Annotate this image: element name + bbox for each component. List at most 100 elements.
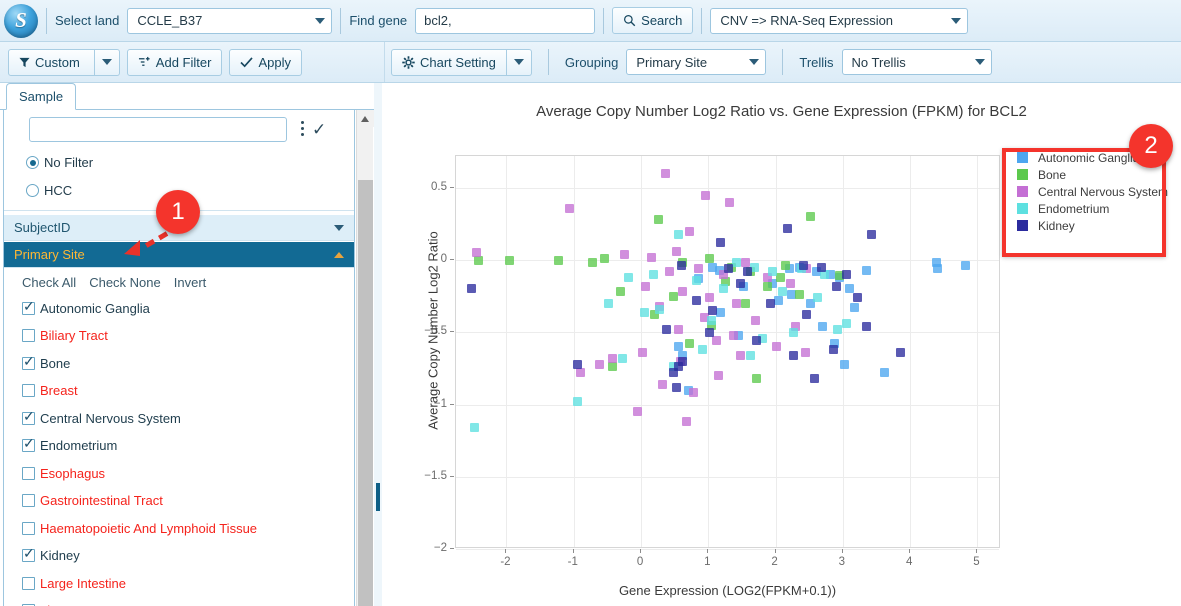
scatter-point[interactable] [689, 388, 698, 397]
scrollbar-thumb[interactable] [358, 180, 373, 606]
filter-item-haematopoietic-and-lymphoid-tissue[interactable]: Haematopoietic And Lymphoid Tissue [22, 521, 257, 536]
scatter-point[interactable] [806, 212, 815, 221]
scatter-point[interactable] [608, 354, 617, 363]
invert-link[interactable]: Invert [174, 275, 207, 290]
scatter-point[interactable] [677, 261, 686, 270]
scatter-point[interactable] [662, 325, 671, 334]
scatter-point[interactable] [716, 308, 725, 317]
scroll-up-arrow-icon[interactable] [357, 110, 374, 127]
sidebar-search-input[interactable] [29, 117, 287, 142]
panel-splitter[interactable] [374, 83, 382, 606]
filter-item-kidney[interactable]: Kidney [22, 548, 80, 563]
scatter-point[interactable] [682, 417, 691, 426]
scatter-point[interactable] [674, 342, 683, 351]
scatter-point[interactable] [672, 247, 681, 256]
scatter-point[interactable] [707, 316, 716, 325]
scatter-point[interactable] [705, 328, 714, 337]
scatter-point[interactable] [840, 360, 849, 369]
scatter-point[interactable] [470, 423, 479, 432]
scatter-point[interactable] [842, 319, 851, 328]
scatter-point[interactable] [658, 380, 667, 389]
scatter-point[interactable] [669, 368, 678, 377]
scatter-point[interactable] [774, 296, 783, 305]
scatter-point[interactable] [678, 357, 687, 366]
scatter-point[interactable] [576, 368, 585, 377]
filter-item-gastrointestinal-tract[interactable]: Gastrointestinal Tract [22, 493, 163, 508]
scatter-point[interactable] [472, 248, 481, 257]
scatter-point[interactable] [752, 374, 761, 383]
filter-item-breast[interactable]: Breast [22, 383, 78, 398]
filter-item-esophagus[interactable]: Esophagus [22, 466, 105, 481]
scatter-point[interactable] [692, 296, 701, 305]
grouping-select[interactable]: Primary Site [626, 49, 766, 75]
scatter-point[interactable] [896, 348, 905, 357]
check-all-link[interactable]: Check All [22, 275, 76, 290]
scatter-point[interactable] [786, 279, 795, 288]
scatter-point[interactable] [595, 360, 604, 369]
chart-setting-dropdown[interactable] [507, 49, 532, 76]
search-button[interactable]: Search [612, 7, 693, 34]
scatter-point[interactable] [933, 264, 942, 273]
scatter-point[interactable] [714, 371, 723, 380]
scatter-point[interactable] [766, 299, 775, 308]
scatter-point[interactable] [467, 284, 476, 293]
scatter-point[interactable] [867, 230, 876, 239]
scatter-point[interactable] [862, 322, 871, 331]
scatter-point[interactable] [565, 204, 574, 213]
scatter-point[interactable] [746, 351, 755, 360]
gene-search-input[interactable]: bcl2, [415, 8, 595, 34]
scatter-point[interactable] [694, 264, 703, 273]
scatter-point[interactable] [701, 191, 710, 200]
scatter-point[interactable] [654, 215, 663, 224]
scatter-point[interactable] [736, 279, 745, 288]
scatter-point[interactable] [961, 261, 970, 270]
scatter-point[interactable] [732, 258, 741, 267]
scatter-point[interactable] [789, 351, 798, 360]
add-filter-button[interactable]: Add Filter [127, 49, 223, 76]
scatter-point[interactable] [802, 310, 811, 319]
scatter-point[interactable] [698, 345, 707, 354]
scatter-point[interactable] [743, 267, 752, 276]
filter-item-bone[interactable]: Bone [22, 356, 70, 371]
scatter-point[interactable] [829, 345, 838, 354]
scatter-point[interactable] [778, 287, 787, 296]
custom-filter-dropdown[interactable] [95, 49, 120, 76]
scatter-point[interactable] [665, 267, 674, 276]
scatter-point[interactable] [725, 198, 734, 207]
scatter-point[interactable] [801, 348, 810, 357]
splitter-grip[interactable] [376, 483, 380, 511]
scatter-point[interactable] [692, 276, 701, 285]
land-select[interactable]: CCLE_B37 [127, 8, 332, 34]
filter-item-endometrium[interactable]: Endometrium [22, 438, 117, 453]
tab-sample[interactable]: Sample [6, 83, 76, 110]
more-options-icon[interactable] [295, 119, 311, 139]
scatter-point[interactable] [789, 328, 798, 337]
scatter-point[interactable] [620, 250, 629, 259]
scatter-point[interactable] [818, 322, 827, 331]
scatter-point[interactable] [736, 351, 745, 360]
scatter-point[interactable] [661, 169, 670, 178]
scatter-point[interactable] [768, 267, 777, 276]
scatter-point[interactable] [588, 258, 597, 267]
scatter-point[interactable] [845, 284, 854, 293]
scatter-point[interactable] [862, 266, 871, 275]
scatter-point[interactable] [772, 342, 781, 351]
scatter-point[interactable] [741, 299, 750, 308]
filter-item-autonomic-ganglia[interactable]: Autonomic Ganglia [22, 301, 150, 316]
scatter-point[interactable] [783, 224, 792, 233]
scatter-point[interactable] [604, 299, 613, 308]
scatter-point[interactable] [655, 305, 664, 314]
scatter-point[interactable] [685, 339, 694, 348]
scatter-point[interactable] [751, 316, 760, 325]
scatter-point[interactable] [712, 336, 721, 345]
scatter-point[interactable] [880, 368, 889, 377]
scatter-point[interactable] [640, 308, 649, 317]
check-none-link[interactable]: Check None [89, 275, 161, 290]
filter-item-biliary-tract[interactable]: Biliary Tract [22, 328, 108, 343]
scatter-point[interactable] [554, 256, 563, 265]
scatter-point[interactable] [641, 282, 650, 291]
scatter-point[interactable] [799, 261, 808, 270]
scatter-point[interactable] [781, 261, 790, 270]
filter-item-large-intestine[interactable]: Large Intestine [22, 576, 126, 591]
scatter-point[interactable] [752, 336, 761, 345]
